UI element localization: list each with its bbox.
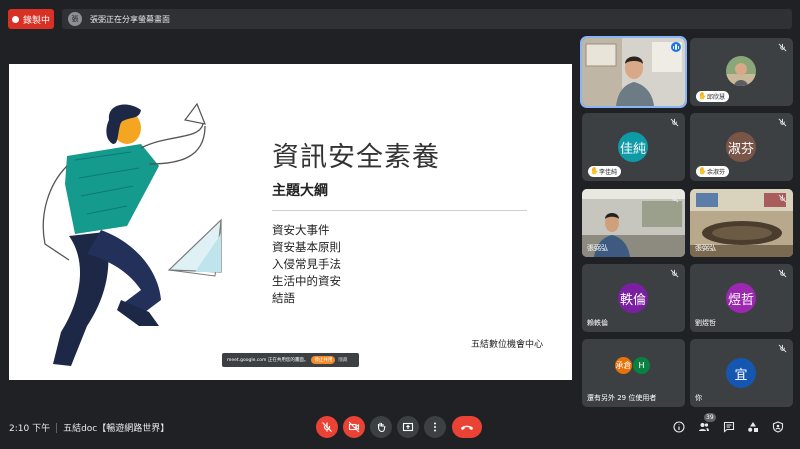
sharing-banner: 張 張弼正在分享螢幕畫面 — [62, 9, 792, 29]
participant-name-chip: ✋ 李佳純 — [588, 166, 622, 177]
participant-tile[interactable]: 淑芬 ✋ 余淑芬 — [690, 113, 793, 181]
more-participants-label: 還有另外 29 位使用者 — [587, 394, 657, 402]
mic-off-icon — [670, 194, 679, 203]
self-tile[interactable]: 宜 你 — [690, 339, 793, 407]
mic-off-icon — [670, 269, 679, 278]
raised-hand-icon: ✋ — [698, 167, 707, 175]
people-button[interactable] — [697, 420, 711, 434]
participant-mini-avatar: 承倉 — [614, 356, 633, 375]
more-icon — [434, 422, 436, 432]
participant-name: 余淑芬 — [707, 169, 726, 176]
raised-hand-icon: ✋ — [698, 92, 707, 100]
divider — [56, 422, 58, 433]
meeting-name: 五結doc【暢遊網路世界】 — [63, 424, 170, 434]
outline-item: 生活中的資安 — [272, 274, 341, 288]
participant-avatar: 軼倫 — [618, 283, 648, 313]
present-icon — [402, 422, 414, 432]
participant-name: 張弼弘 — [695, 244, 716, 252]
leave-call-button[interactable] — [452, 416, 482, 438]
participant-mini-avatar: H — [632, 356, 651, 375]
mic-off-icon — [670, 118, 679, 127]
self-name: 你 — [695, 394, 702, 402]
people-count-badge: 39 — [704, 413, 716, 422]
participant-name: 劉煜哲 — [695, 319, 716, 327]
participant-tile[interactable]: 張弼弘 — [690, 189, 793, 257]
participant-tile[interactable]: 佳純 ✋ 李佳純 — [582, 113, 685, 181]
mic-off-icon — [778, 43, 787, 52]
mic-off-icon — [778, 194, 787, 203]
participant-tile[interactable]: 張弼弘 — [582, 189, 685, 257]
host-controls-icon — [772, 421, 784, 433]
info-icon — [673, 421, 685, 433]
shared-slide: 資訊安全素養 主題大綱 資安大事件 資安基本原則 入侵常見手法 生活中的資安 結… — [9, 64, 572, 380]
slide-subtitle: 主題大綱 — [272, 183, 328, 199]
host-controls-button[interactable] — [771, 420, 785, 434]
raise-hand-icon — [377, 422, 386, 433]
participant-name: 李佳純 — [599, 169, 618, 176]
more-participants-tile[interactable]: 承倉 H 還有另外 29 位使用者 — [582, 339, 685, 407]
mic-off-icon — [778, 269, 787, 278]
outline-item: 結語 — [272, 291, 295, 305]
outline-item: 資安基本原則 — [272, 240, 341, 254]
participant-photo — [726, 56, 756, 86]
activities-icon — [748, 422, 758, 432]
hang-up-icon — [461, 425, 473, 430]
participant-video — [582, 38, 685, 106]
slide-title: 資訊安全素養 — [272, 142, 440, 173]
mic-off-icon — [322, 422, 332, 432]
activities-button[interactable] — [746, 420, 760, 434]
present-now-button[interactable] — [397, 416, 419, 438]
slide-footer: 五結數位機會中心 — [471, 340, 544, 350]
recording-label: 錄製中 — [22, 15, 50, 26]
participant-name-chip: ✋ 邱欣慧 — [696, 91, 730, 102]
outline-item: 入侵常見手法 — [272, 257, 341, 271]
raise-hand-button[interactable] — [370, 416, 392, 438]
slide-divider — [272, 210, 527, 211]
meeting-details: 2:10 下午 五結doc【暢遊網路世界】 — [9, 421, 169, 434]
chat-icon — [723, 421, 735, 433]
self-avatar: 宜 — [726, 358, 756, 388]
sharing-toast: meet.google.com 正在共用您的畫面。 停止共用 隱藏 — [222, 353, 359, 367]
speaking-indicator-icon — [671, 42, 681, 52]
toast-text: meet.google.com 正在共用您的畫面。 — [227, 358, 309, 363]
sharing-text: 張弼正在分享螢幕畫面 — [90, 14, 170, 24]
camera-toggle-button[interactable] — [343, 416, 365, 438]
participant-avatar: 淑芬 — [726, 132, 756, 162]
presenter-avatar: 張 — [68, 12, 82, 26]
participant-tile[interactable]: ✋ 邱欣慧 — [690, 38, 793, 106]
participant-avatar: 煜哲 — [726, 283, 756, 313]
meet-window: 錄製中 張 張弼正在分享螢幕畫面 資訊安全素養 主題大綱 資安大事件 資安基本原… — [0, 0, 800, 449]
slide-illustration — [42, 102, 222, 366]
mic-toggle-button[interactable] — [316, 416, 338, 438]
clock-time: 2:10 下午 — [9, 424, 51, 434]
meeting-details-button[interactable] — [672, 420, 686, 434]
raised-hand-icon: ✋ — [590, 167, 599, 175]
more-options-button[interactable] — [424, 416, 446, 438]
participant-tile[interactable]: 軼倫 賴軼倫 — [582, 264, 685, 332]
record-dot-icon — [11, 15, 19, 23]
camera-off-icon — [348, 421, 360, 433]
participant-name: 張弼弘 — [587, 244, 608, 252]
hide-toast-button[interactable]: 隱藏 — [338, 357, 347, 363]
participant-tile[interactable]: 煜哲 劉煜哲 — [690, 264, 793, 332]
chat-button[interactable] — [722, 420, 736, 434]
outline-item: 資安大事件 — [272, 223, 330, 237]
participant-tile[interactable] — [580, 36, 687, 108]
people-icon — [699, 423, 709, 431]
participant-name: 邱欣慧 — [707, 94, 726, 101]
participant-avatar: 佳純 — [618, 132, 648, 162]
mic-off-icon — [778, 344, 787, 353]
mic-off-icon — [778, 118, 787, 127]
participant-name: 賴軼倫 — [587, 319, 608, 327]
recording-badge[interactable]: 錄製中 — [8, 9, 54, 29]
stop-sharing-button[interactable]: 停止共用 — [311, 356, 336, 364]
slide-outline: 資安大事件 資安基本原則 入侵常見手法 生活中的資安 結語 — [272, 222, 341, 307]
participant-name-chip: ✋ 余淑芬 — [696, 166, 730, 177]
